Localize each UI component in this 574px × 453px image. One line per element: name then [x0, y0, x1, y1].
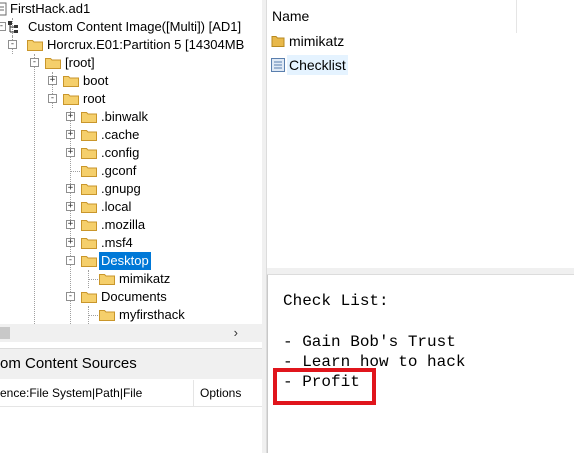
column-header-name[interactable]: Name — [267, 0, 517, 33]
folder-icon — [63, 76, 79, 87]
tree-node-label: Desktop — [99, 252, 151, 270]
tree-connector — [88, 279, 98, 280]
expand-icon[interactable]: + — [66, 112, 75, 121]
collapse-icon[interactable]: - — [0, 22, 6, 31]
folder-icon — [81, 130, 97, 141]
scrollbar-thumb[interactable] — [0, 327, 10, 339]
tree-node-desktop[interactable]: - Desktop — [0, 252, 262, 270]
expand-icon[interactable]: + — [66, 130, 75, 139]
folder-icon — [81, 292, 97, 303]
tree-node-label: .gconf — [101, 163, 137, 178]
collapse-icon[interactable]: - — [66, 292, 75, 301]
folder-icon — [81, 166, 97, 177]
tree-node-root-bracket[interactable]: - [root] — [0, 54, 262, 72]
folder-icon — [81, 256, 97, 267]
tree-node-firsthack[interactable]: FirstHack.ad1 — [0, 0, 262, 18]
tree-node-local[interactable]: + .local — [0, 198, 262, 216]
tree-horizontal-scrollbar[interactable]: › — [0, 324, 262, 342]
tree-node-myfirsthack[interactable]: myfirsthack — [0, 306, 262, 324]
folder-icon — [81, 112, 97, 123]
document-icon — [0, 2, 7, 16]
tree-node-mozilla[interactable]: + .mozilla — [0, 216, 262, 234]
tree-node-gnupg[interactable]: + .gnupg — [0, 180, 262, 198]
viewer-line-title: Check List: — [283, 292, 389, 310]
tree-node-label: Custom Content Image([Multi]) [AD1] — [28, 19, 242, 34]
column-header-evidence[interactable]: ence:File System|Path|File — [0, 380, 142, 406]
viewer-line-item: - Gain Bob's Trust — [283, 333, 456, 351]
expand-icon[interactable]: + — [66, 220, 75, 229]
file-list-pane[interactable]: Name mimikatz Checklist — [267, 0, 574, 268]
folder-icon — [81, 238, 97, 249]
text-viewer[interactable]: Check List: - Gain Bob's Trust - Learn h… — [267, 275, 574, 453]
collapse-icon[interactable]: - — [66, 256, 75, 265]
text-file-icon — [271, 58, 285, 72]
collapse-icon[interactable]: - — [48, 94, 57, 103]
tree-node-label: Horcrux.E01:Partition 5 [14304MB — [47, 37, 245, 52]
tree-node-label: FirstHack.ad1 — [10, 1, 91, 16]
tree-node-label: .mozilla — [101, 217, 146, 232]
tree-node-cache[interactable]: + .cache — [0, 126, 262, 144]
content-sources-title: om Content Sources — [0, 355, 137, 372]
folder-icon — [81, 148, 97, 159]
tree-node-documents[interactable]: - Documents — [0, 288, 262, 306]
tree-node-gconf[interactable]: .gconf — [0, 162, 262, 180]
tree-node-mimikatz[interactable]: mimikatz — [0, 270, 262, 288]
column-header-options[interactable]: Options — [193, 380, 260, 406]
folder-icon — [63, 94, 79, 105]
collapse-icon[interactable]: - — [8, 40, 17, 49]
folder-icon — [45, 58, 61, 69]
tree-connector — [88, 315, 98, 316]
tree-node-label: myfirsthack — [119, 307, 185, 322]
tree-node-boot[interactable]: + boot — [0, 72, 262, 90]
folder-icon — [271, 36, 285, 47]
tree-node-root[interactable]: - root — [0, 90, 262, 108]
file-list-row-checklist[interactable]: Checklist — [267, 55, 467, 75]
folder-icon — [99, 310, 115, 321]
tree-node-custom-content-image[interactable]: - Custom Content Image([Multi]) [AD1] — [0, 18, 262, 36]
folder-icon — [81, 220, 97, 231]
tree-node-label: .gnupg — [101, 181, 141, 196]
expand-icon[interactable]: + — [66, 238, 75, 247]
scroll-right-icon[interactable]: › — [234, 324, 238, 342]
expand-icon[interactable]: + — [66, 202, 75, 211]
tree-node-label: .config — [101, 145, 140, 160]
expand-icon[interactable]: + — [66, 148, 75, 157]
tree-node-label: mimikatz — [119, 271, 171, 286]
file-name: mimikatz — [289, 33, 345, 49]
tree-node-label: Documents — [101, 289, 167, 304]
tree-node-label: .binwalk — [101, 109, 148, 124]
tree-connector — [70, 171, 80, 172]
tree-node-label: .local — [101, 199, 132, 214]
tree-node-config[interactable]: + .config — [0, 144, 262, 162]
folder-icon — [81, 202, 97, 213]
tree-node-label: root — [83, 91, 106, 106]
folder-icon — [27, 40, 43, 51]
content-sources-list[interactable] — [0, 407, 262, 453]
tree-node-label: [root] — [65, 55, 95, 70]
highlight-box — [273, 368, 376, 405]
tree-structure-icon — [8, 21, 18, 33]
tree-node-msf4[interactable]: + .msf4 — [0, 234, 262, 252]
collapse-icon[interactable]: - — [30, 58, 39, 67]
tree-node-label: .cache — [101, 127, 140, 142]
tree-node-partition[interactable]: - Horcrux.E01:Partition 5 [14304MB — [0, 36, 262, 54]
folder-icon — [99, 274, 115, 285]
tree-node-label: boot — [83, 73, 109, 88]
file-list-row-mimikatz[interactable]: mimikatz — [267, 31, 467, 51]
content-sources-columns: ence:File System|Path|File Options — [0, 380, 262, 407]
expand-icon[interactable]: + — [66, 184, 75, 193]
content-sources-header: om Content Sources — [0, 348, 262, 379]
column-header-label: Name — [272, 8, 310, 24]
folder-icon — [81, 184, 97, 195]
tree-node-binwalk[interactable]: + .binwalk — [0, 108, 262, 126]
horizontal-splitter[interactable] — [267, 268, 574, 275]
file-name: Checklist — [287, 55, 348, 75]
expand-icon[interactable]: + — [48, 76, 57, 85]
evidence-tree[interactable]: FirstHack.ad1 - Custom Content Image([Mu… — [0, 0, 262, 324]
tree-node-label: .msf4 — [101, 235, 133, 250]
